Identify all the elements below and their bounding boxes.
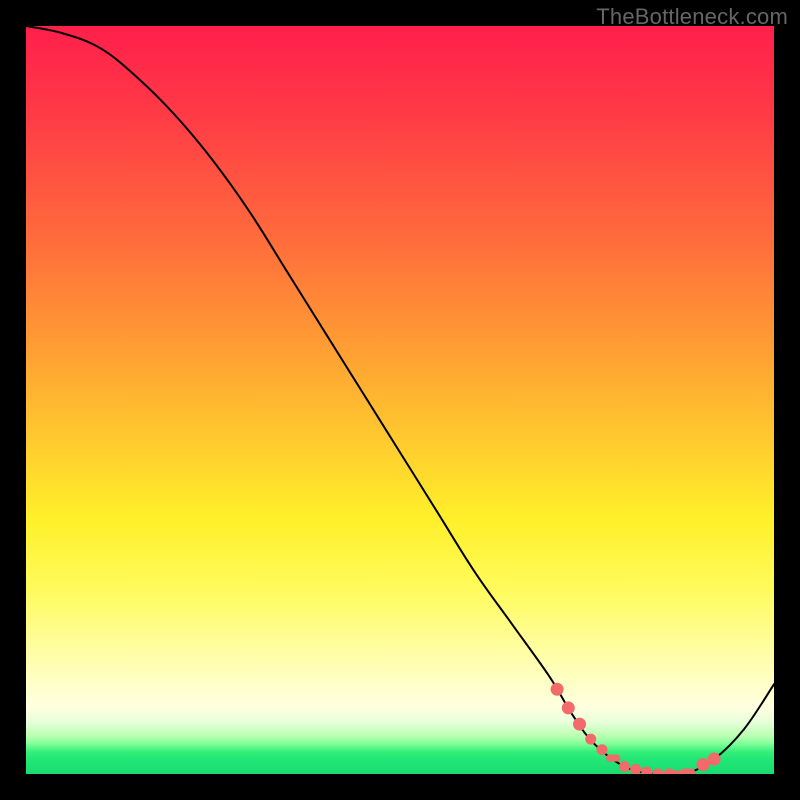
highlight-dot: [619, 761, 630, 772]
highlight-dot: [562, 701, 575, 714]
highlight-dash: [681, 769, 695, 774]
bottleneck-curve: [26, 26, 774, 774]
chart-overlay: [26, 26, 774, 774]
chart-frame: TheBottleneck.com: [0, 0, 800, 800]
highlight-dot: [585, 734, 596, 745]
highlight-dot: [708, 753, 721, 766]
highlight-dot: [573, 718, 586, 731]
highlight-markers: [551, 683, 721, 774]
highlight-dot: [630, 764, 641, 774]
highlight-dot: [641, 767, 652, 774]
highlight-dash: [606, 755, 620, 762]
highlight-dot: [551, 683, 564, 696]
watermark-label: TheBottleneck.com: [596, 4, 788, 30]
highlight-dot: [653, 769, 664, 775]
plot-area: [26, 26, 774, 774]
highlight-dot: [596, 744, 607, 755]
highlight-dot: [696, 758, 709, 771]
